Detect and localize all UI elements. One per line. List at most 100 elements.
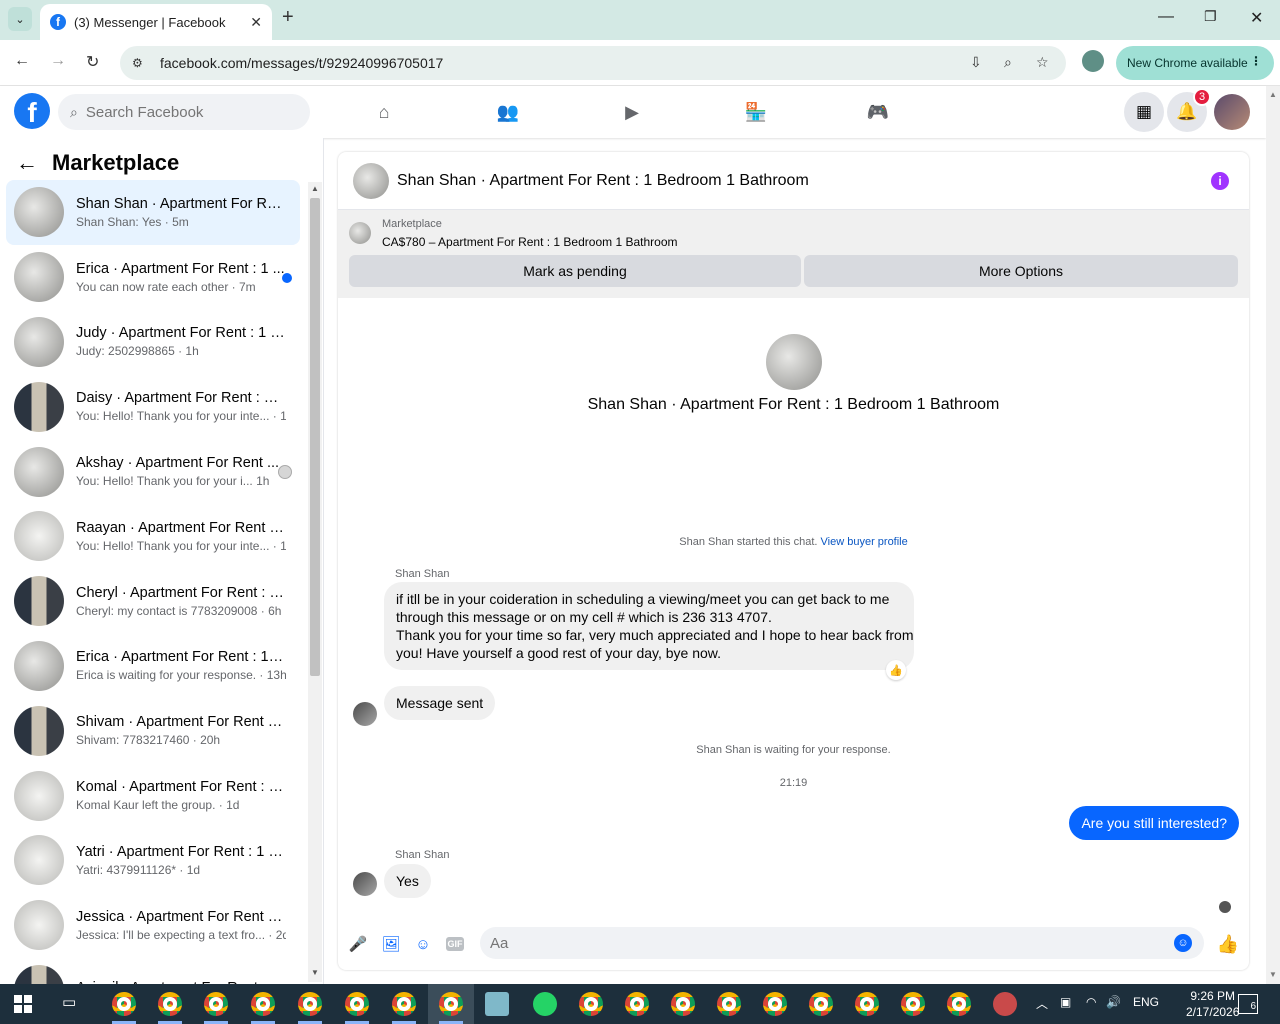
thumbs-up-reaction-icon[interactable]: 👍 (886, 660, 906, 680)
like-thumbs-up-icon[interactable]: 👍 (1217, 934, 1239, 954)
gaming-icon[interactable]: 🎮 (866, 100, 890, 124)
conversation-item[interactable]: Akshay · Apartment For Rent ... You: Hell… (6, 439, 300, 504)
mark-as-pending-button[interactable]: Mark as pending (349, 255, 801, 287)
info-icon[interactable]: i (1211, 172, 1229, 190)
facebook-logo[interactable]: f (14, 93, 50, 129)
new-tab-button[interactable]: + (282, 6, 294, 29)
account-avatar[interactable] (1214, 94, 1250, 130)
friends-icon[interactable]: 👥 (496, 100, 520, 124)
facebook-search[interactable]: ⌕ (58, 94, 310, 130)
chrome-taskbar-icon[interactable] (112, 992, 136, 1016)
wifi-icon[interactable]: ◠ (1086, 995, 1096, 1009)
whatsapp-taskbar-icon[interactable] (533, 992, 557, 1016)
chat-header[interactable]: Shan Shan · Apartment For Rent : 1 Bedro… (338, 152, 1249, 210)
chrome-taskbar-icon[interactable] (625, 992, 649, 1016)
more-options-button[interactable]: More Options (804, 255, 1238, 287)
scroll-up-icon[interactable]: ▲ (311, 184, 319, 193)
my-message-bubble[interactable]: Are you still interested? (1069, 806, 1239, 840)
view-buyer-profile-link[interactable]: View buyer profile (821, 536, 908, 548)
close-window-button[interactable]: ✕ (1250, 8, 1263, 28)
chrome-taskbar-icon[interactable] (947, 992, 971, 1016)
language-indicator[interactable]: ENG (1133, 995, 1159, 1009)
listing-thumbnail[interactable] (349, 222, 371, 244)
video-icon[interactable]: ▶ (620, 100, 644, 124)
gif-icon[interactable]: GIF (446, 937, 464, 951)
conversation-item[interactable]: Shivam · Apartment For Rent : 1... Shivam… (6, 698, 300, 763)
chrome-profile-icon[interactable] (1082, 50, 1104, 72)
chrome-taskbar-icon[interactable] (204, 992, 228, 1016)
sender-avatar[interactable] (353, 872, 377, 896)
listing-title[interactable]: CA$780 – Apartment For Rent : 1 Bedroom … (382, 235, 678, 249)
chrome-taskbar-icon[interactable] (671, 992, 695, 1016)
chrome-taskbar-icon[interactable] (763, 992, 787, 1016)
forward-icon[interactable]: → (50, 52, 66, 70)
address-bar[interactable]: ⚙ facebook.com/messages/t/92924099670501… (120, 46, 1066, 80)
chrome-menu-icon[interactable]: ⋮ (1250, 54, 1262, 68)
message-bubble[interactable]: if itll be in your coideration in schedu… (384, 582, 914, 670)
chrome-taskbar-icon[interactable] (579, 992, 603, 1016)
restore-button[interactable]: ❐ (1204, 8, 1217, 25)
page-scrollbar[interactable]: ▲ ▼ (1266, 86, 1280, 984)
chat-title[interactable]: Shan Shan · Apartment For Rent : 1 Bedro… (397, 172, 809, 190)
tray-meet-icon[interactable]: ▣ (1060, 995, 1071, 1009)
search-input[interactable] (85, 103, 286, 121)
system-clock[interactable]: 9:26 PM 2/17/2026 (1186, 988, 1239, 1020)
home-icon[interactable]: ⌂ (372, 100, 396, 124)
conversation-item[interactable]: Raayan · Apartment For Rent : 1... You: H… (6, 504, 300, 569)
menu-grid-icon[interactable]: ▦ (1124, 92, 1164, 132)
chrome-update-button[interactable]: New Chrome available ⋮ (1116, 46, 1274, 80)
message-input-box[interactable]: ☺ (480, 927, 1204, 959)
conversation-item[interactable]: Avigail · Apartment For Rent : 1 ... (6, 958, 300, 984)
chrome-taskbar-icon[interactable] (251, 992, 275, 1016)
chrome-taskbar-icon[interactable] (439, 992, 463, 1016)
reply-bubble[interactable]: Yes (384, 864, 431, 898)
chrome-taskbar-icon[interactable] (855, 992, 879, 1016)
chrome-taskbar-icon[interactable] (345, 992, 369, 1016)
notes-taskbar-icon[interactable] (485, 992, 509, 1016)
chrome-taskbar-icon[interactable] (717, 992, 741, 1016)
conversation-item[interactable]: Judy · Apartment For Rent : 1 B... Judy: … (6, 310, 300, 375)
zoom-icon[interactable]: ⌕ (1004, 54, 1012, 71)
bookmark-star-icon[interactable]: ☆ (1036, 54, 1049, 71)
volume-icon[interactable]: 🔊 (1106, 995, 1121, 1009)
chrome-taskbar-icon[interactable] (158, 992, 182, 1016)
emoji-icon[interactable]: ☺ (1174, 934, 1192, 952)
conversation-item[interactable]: Daisy · Apartment For Rent : 1 B... You: … (6, 374, 300, 439)
sticker-icon[interactable]: ☺ (413, 934, 433, 954)
scroll-down-icon[interactable]: ▼ (311, 968, 319, 977)
chrome-taskbar-icon[interactable] (809, 992, 833, 1016)
notification-center-icon[interactable]: 6 (1238, 994, 1258, 1014)
conversation-item[interactable]: Shan Shan · Apartment For Ren... Shan Sha… (6, 180, 300, 245)
photo-icon[interactable]: 🖼 (381, 934, 401, 954)
chrome-taskbar-icon[interactable] (901, 992, 925, 1016)
conversation-item[interactable]: Erica · Apartment For Rent : 1 B... Erica… (6, 634, 300, 699)
url-text[interactable]: facebook.com/messages/t/929240996705017 (160, 55, 443, 71)
scroll-up-icon[interactable]: ▲ (1269, 90, 1277, 99)
close-tab-icon[interactable]: ✕ (250, 14, 262, 31)
install-app-icon[interactable]: ⇩ (970, 54, 982, 71)
reload-icon[interactable]: ↻ (86, 52, 99, 72)
conversation-item[interactable]: Komal · Apartment For Rent : 1 ... Komal … (6, 763, 300, 828)
tab-search-button[interactable]: ⌄ (8, 7, 32, 31)
chrome-taskbar-icon[interactable] (392, 992, 416, 1016)
scrollbar-thumb[interactable] (310, 198, 320, 676)
conversation-item[interactable]: Jessica · Apartment For Rent : 1 ... Jess… (6, 893, 300, 958)
windows-start-icon[interactable] (14, 995, 32, 1013)
message-sent-bubble[interactable]: Message sent (384, 686, 496, 720)
thread-avatar[interactable] (766, 334, 822, 390)
back-arrow-icon[interactable]: ← (16, 150, 38, 176)
conversation-item[interactable]: Cheryl · Apartment For Rent : 1 ... Chery… (6, 569, 300, 634)
sidebar-scrollbar[interactable]: ▲ ▼ (308, 182, 322, 982)
sender-avatar[interactable] (353, 702, 377, 726)
conversation-item[interactable]: Yatri · Apartment For Rent : 1 Be... Yatr… (6, 828, 300, 893)
browser-tab[interactable]: f (3) Messenger | Facebook ✕ (40, 4, 272, 40)
task-view-icon[interactable]: ▭ (62, 993, 76, 1011)
tray-chevron-icon[interactable]: ︿ (1036, 995, 1048, 1012)
microphone-icon[interactable]: 🎤 (348, 934, 368, 954)
back-icon[interactable]: ← (14, 52, 30, 70)
scroll-down-icon[interactable]: ▼ (1269, 970, 1277, 979)
conversation-item[interactable]: Erica · Apartment For Rent : 1 ... You ca… (6, 245, 300, 310)
site-settings-icon[interactable]: ⚙ (132, 56, 150, 70)
chrome-taskbar-icon[interactable] (298, 992, 322, 1016)
minimize-button[interactable]: — (1158, 8, 1174, 26)
